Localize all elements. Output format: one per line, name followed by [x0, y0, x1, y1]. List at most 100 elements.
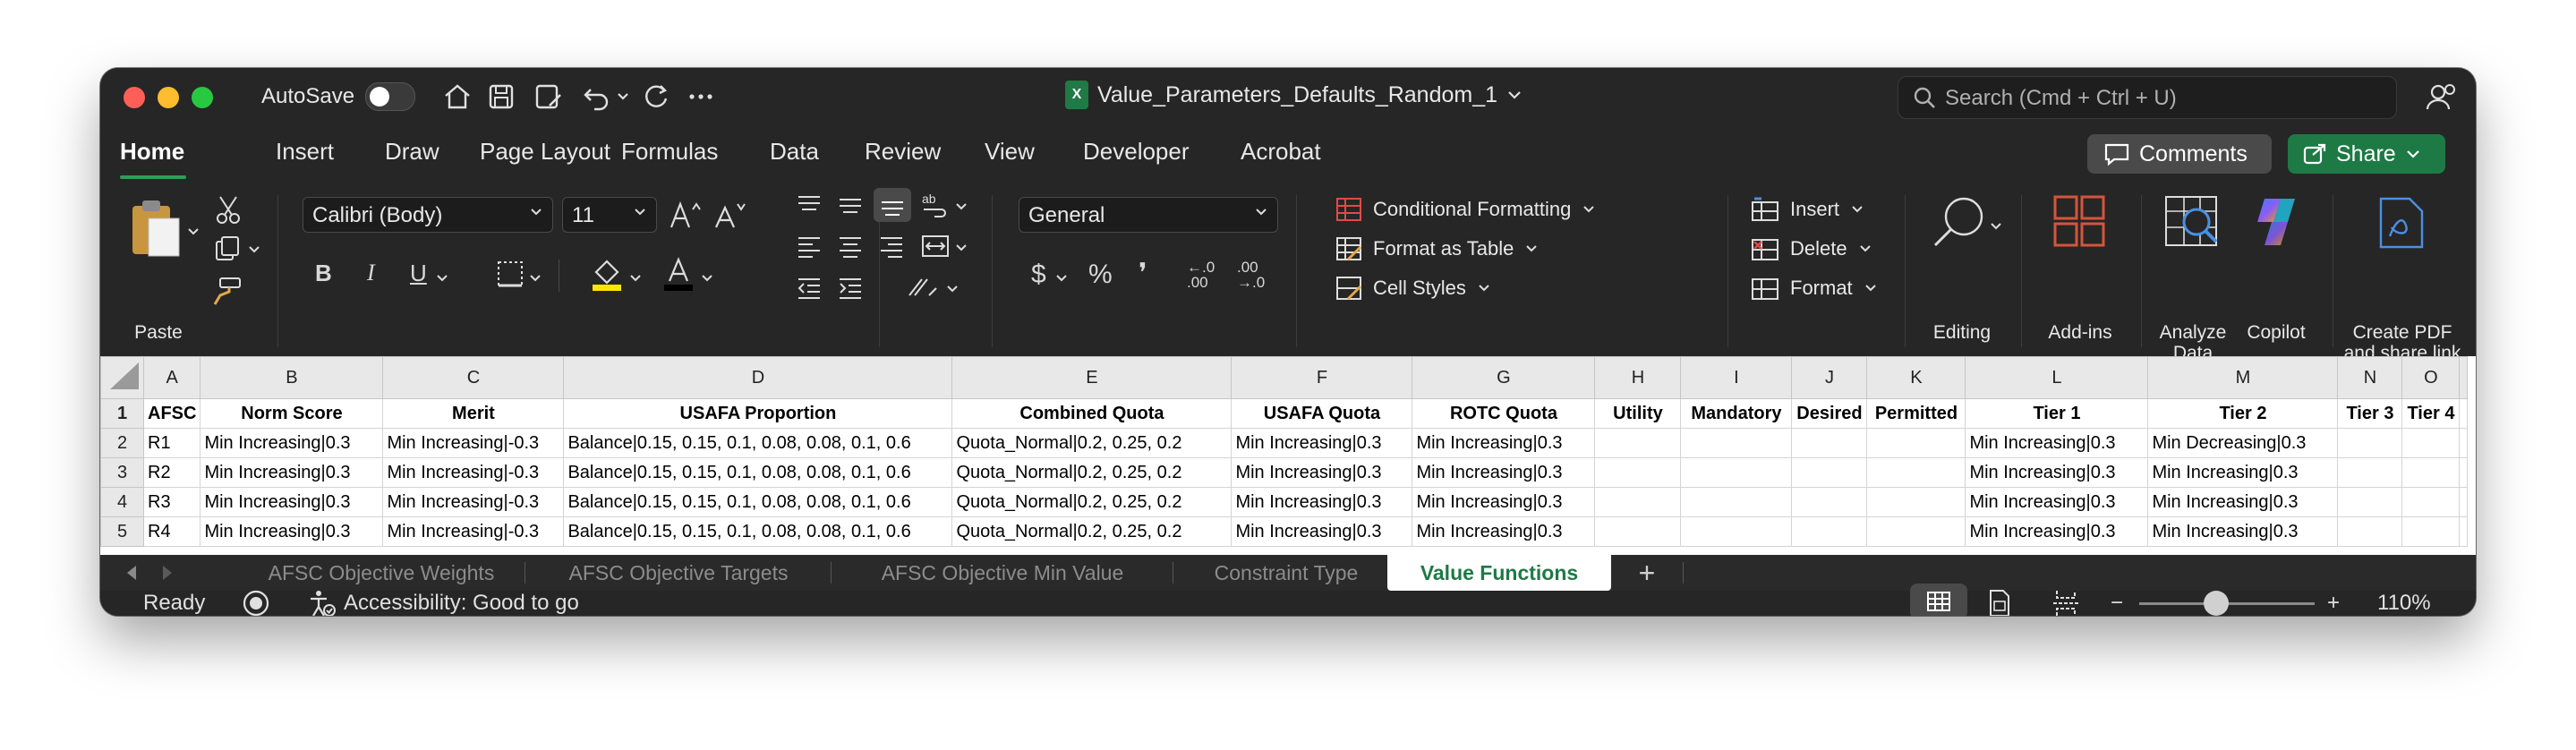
cell-j2[interactable]	[1791, 428, 1868, 458]
paste-chevron-down-icon[interactable]	[186, 226, 200, 238]
save-icon[interactable]	[487, 81, 516, 113]
column-header-i[interactable]: I	[1680, 356, 1793, 399]
cell-i2[interactable]	[1680, 428, 1793, 458]
cell-l4[interactable]: Min Increasing|0.3	[1965, 487, 2149, 517]
cell-e2[interactable]: Quota_Normal|0.2, 0.25, 0.2	[951, 428, 1233, 458]
cell-a1[interactable]: AFSC	[142, 398, 201, 429]
cell-f5[interactable]: Min Increasing|0.3	[1231, 516, 1413, 547]
tab-home[interactable]: Home	[120, 138, 184, 166]
cell-c5[interactable]: Min Increasing|-0.3	[382, 516, 565, 547]
row-header[interactable]: 4	[100, 487, 144, 517]
cell-n2[interactable]	[2337, 428, 2403, 458]
conditional-formatting-button[interactable]: Conditional Formatting	[1335, 197, 1596, 222]
zoom-in-button[interactable]: +	[2327, 591, 2340, 616]
cell-b1[interactable]: Norm Score	[200, 398, 384, 429]
column-header-l[interactable]: L	[1965, 356, 2149, 399]
cell-i4[interactable]	[1680, 487, 1793, 517]
column-header-e[interactable]: E	[951, 356, 1233, 399]
underline-button[interactable]: U	[410, 260, 427, 287]
zoom-slider-handle[interactable]	[2204, 591, 2229, 616]
wrap-text-chevron-down-icon[interactable]	[954, 200, 968, 213]
column-header-f[interactable]: F	[1231, 356, 1413, 399]
cell-g5[interactable]: Min Increasing|0.3	[1412, 516, 1596, 547]
cell-j3[interactable]	[1791, 457, 1868, 488]
cell-b2[interactable]: Min Increasing|0.3	[200, 428, 384, 458]
page-break-preview-icon[interactable]	[2051, 589, 2080, 616]
row-header[interactable]: 5	[100, 516, 144, 547]
tab-developer[interactable]: Developer	[1083, 138, 1190, 166]
editing-search-icon[interactable]	[1930, 193, 1989, 252]
column-header-h[interactable]: H	[1594, 356, 1682, 399]
cell-d1[interactable]: USAFA Proportion	[563, 398, 953, 429]
cell-m2[interactable]: Min Decreasing|0.3	[2147, 428, 2339, 458]
cell-g1[interactable]: ROTC Quota	[1412, 398, 1596, 429]
row-header[interactable]: 1	[100, 398, 144, 429]
search-box[interactable]: Search (Cmd + Ctrl + U)	[1898, 76, 2397, 119]
underline-chevron-down-icon[interactable]	[435, 272, 449, 285]
cell-d4[interactable]: Balance|0.15, 0.15, 0.1, 0.08, 0.08, 0.1…	[563, 487, 953, 517]
decrease-decimal-button[interactable]: .00 →.0	[1237, 260, 1275, 290]
account-profile-icon[interactable]	[2426, 82, 2456, 115]
tab-acrobat[interactable]: Acrobat	[1241, 138, 1321, 166]
column-header-partial[interactable]	[2459, 356, 2469, 399]
orientation-chevron-down-icon[interactable]	[945, 283, 960, 295]
cell-f3[interactable]: Min Increasing|0.3	[1231, 457, 1413, 488]
save-as-icon[interactable]	[533, 81, 564, 113]
share-button[interactable]: Share	[2288, 134, 2445, 174]
document-title[interactable]: X Value_Parameters_Defaults_Random_1	[1065, 81, 1523, 109]
cell-a2[interactable]: R1	[142, 428, 201, 458]
cell-e3[interactable]: Quota_Normal|0.2, 0.25, 0.2	[951, 457, 1233, 488]
fill-color-chevron-down-icon[interactable]	[628, 272, 643, 285]
cell-i1[interactable]: Mandatory	[1680, 398, 1793, 429]
align-middle-icon[interactable]	[836, 192, 865, 218]
cell-e1[interactable]: Combined Quota	[951, 398, 1233, 429]
redo-icon[interactable]	[641, 81, 671, 113]
copy-icon[interactable]	[213, 234, 243, 263]
merge-center-icon[interactable]	[920, 233, 951, 260]
cell-styles-button[interactable]: Cell Styles	[1335, 276, 1491, 301]
font-color-chevron-down-icon[interactable]	[700, 272, 714, 285]
sheet-table[interactable]: ABCDEFGHIJKLMNO 1 AFSC Norm Score Merit USAF…	[100, 356, 2469, 547]
cell-c1[interactable]: Merit	[382, 398, 565, 429]
cell-i3[interactable]	[1680, 457, 1793, 488]
cell-e4[interactable]: Quota_Normal|0.2, 0.25, 0.2	[951, 487, 1233, 517]
font-color-icon[interactable]	[662, 256, 695, 292]
row-header[interactable]: 2	[100, 428, 144, 458]
align-bottom-button[interactable]	[874, 188, 911, 222]
borders-chevron-down-icon[interactable]	[528, 272, 542, 285]
currency-chevron-down-icon[interactable]	[1054, 272, 1069, 285]
align-right-icon[interactable]	[877, 233, 906, 260]
currency-button[interactable]: $	[1031, 260, 1046, 290]
cut-icon[interactable]	[215, 195, 242, 226]
cell-partial[interactable]	[2459, 516, 2469, 547]
tab-draw[interactable]: Draw	[385, 138, 439, 166]
sheet-tab-afsc-objective-targets[interactable]: AFSC Objective Targets	[526, 555, 831, 591]
cell-n1[interactable]: Tier 3	[2337, 398, 2403, 429]
row-header[interactable]: 3	[100, 457, 144, 488]
cell-c3[interactable]: Min Increasing|-0.3	[382, 457, 565, 488]
record-macro-icon[interactable]	[242, 589, 270, 616]
cell-o4[interactable]	[2401, 487, 2461, 517]
align-left-icon[interactable]	[795, 233, 823, 260]
more-options-icon[interactable]	[686, 81, 716, 113]
cell-m1[interactable]: Tier 2	[2147, 398, 2339, 429]
cell-f4[interactable]: Min Increasing|0.3	[1231, 487, 1413, 517]
cell-c2[interactable]: Min Increasing|-0.3	[382, 428, 565, 458]
percent-button[interactable]: %	[1088, 260, 1113, 290]
zoom-window-button[interactable]	[192, 87, 213, 108]
column-header-b[interactable]: B	[200, 356, 384, 399]
cell-m3[interactable]: Min Increasing|0.3	[2147, 457, 2339, 488]
format-cells-button[interactable]: Format	[1751, 276, 1878, 301]
cell-h5[interactable]	[1594, 516, 1682, 547]
cell-l5[interactable]: Min Increasing|0.3	[1965, 516, 2149, 547]
paste-icon[interactable]	[127, 197, 183, 264]
cell-a5[interactable]: R4	[142, 516, 201, 547]
cell-d3[interactable]: Balance|0.15, 0.15, 0.1, 0.08, 0.08, 0.1…	[563, 457, 953, 488]
cell-a4[interactable]: R3	[142, 487, 201, 517]
cell-d5[interactable]: Balance|0.15, 0.15, 0.1, 0.08, 0.08, 0.1…	[563, 516, 953, 547]
page-layout-view-icon[interactable]	[1987, 589, 2012, 616]
cell-h2[interactable]	[1594, 428, 1682, 458]
cell-i5[interactable]	[1680, 516, 1793, 547]
merge-chevron-down-icon[interactable]	[954, 242, 968, 254]
cell-g2[interactable]: Min Increasing|0.3	[1412, 428, 1596, 458]
